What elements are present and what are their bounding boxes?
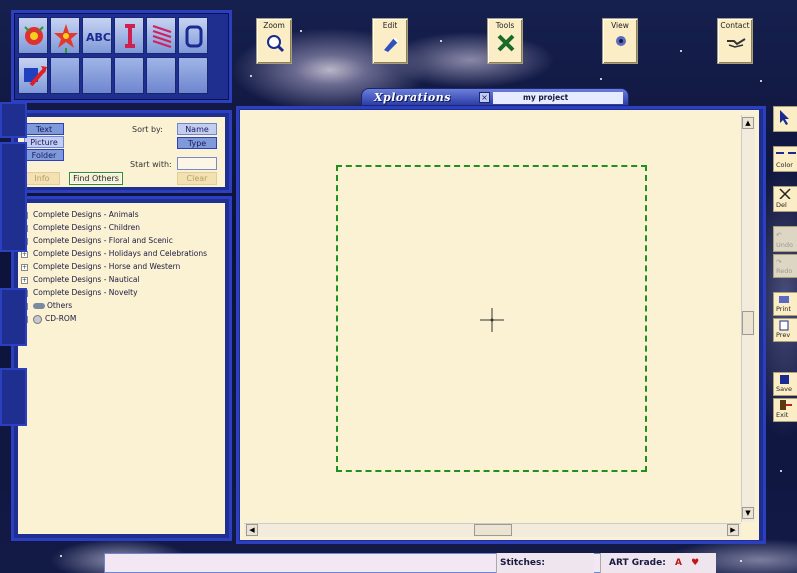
project-name: my project: [493, 92, 623, 104]
folder-option[interactable]: Folder: [24, 149, 64, 161]
start-with-input[interactable]: [177, 157, 217, 170]
view-button[interactable]: View: [602, 18, 638, 64]
info-button[interactable]: Info: [24, 172, 60, 185]
floppy-disk-icon: [780, 375, 789, 384]
undo-arrow-icon: ↶: [776, 231, 782, 239]
sort-name-option[interactable]: Name: [177, 123, 217, 135]
right-toolbar-group: [0, 142, 27, 252]
color-arrows-icon: [776, 152, 796, 154]
edit-button[interactable]: Edit: [372, 18, 408, 64]
search-panel: Text Picture Folder Sort by: Name Type S…: [11, 110, 232, 193]
preview-button[interactable]: Prev: [773, 318, 797, 342]
empty-tool-slot: [82, 57, 112, 94]
outline-tool-icon[interactable]: [178, 17, 208, 54]
vertical-scrollbar[interactable]: ▲ ▼: [741, 115, 755, 522]
picture-option[interactable]: Picture: [24, 136, 64, 148]
tree-item[interactable]: +Complete Designs - Floral and Scenic: [21, 235, 173, 247]
sort-type-option[interactable]: Type: [177, 137, 217, 149]
contact-button[interactable]: Contact: [717, 18, 753, 64]
start-with-label: Start with:: [130, 160, 172, 169]
crosshair-icon: [480, 308, 504, 332]
zoom-button[interactable]: Zoom: [256, 18, 292, 64]
vertical-scroll-thumb[interactable]: [742, 311, 754, 335]
stitches-label: Stitches:: [496, 553, 594, 573]
wrench-hammer-icon: [497, 34, 515, 52]
delete-button[interactable]: Del: [773, 186, 797, 212]
save-button[interactable]: Save: [773, 372, 797, 396]
scissors-icon: [779, 188, 791, 200]
select-arrow-button[interactable]: [773, 106, 797, 132]
tree-item-cdrom[interactable]: +CD-ROM: [21, 313, 76, 325]
art-grade-label: ART Grade:: [609, 558, 666, 568]
tree-item-others[interactable]: +Others: [21, 300, 72, 312]
undo-button[interactable]: ↶ Undo: [773, 226, 797, 252]
tree-item[interactable]: + Complete Designs - Nautical: [21, 274, 140, 286]
pointer-icon: [780, 110, 789, 125]
tree-item[interactable]: + Complete Designs - Horse and Western: [21, 261, 180, 273]
cdrom-icon: [33, 314, 42, 324]
sort-by-label: Sort by:: [132, 125, 163, 134]
tree-item[interactable]: +Complete Designs - Children: [21, 222, 140, 234]
tree-item[interactable]: +Complete Designs - Animals: [21, 209, 139, 221]
flower-applique-tool-icon[interactable]: [18, 17, 48, 54]
redo-arrow-icon: ↷: [776, 258, 782, 266]
art-grade: ART Grade: A ♥: [600, 553, 716, 573]
horizontal-scroll-thumb[interactable]: [474, 524, 512, 536]
empty-tool-slot: [50, 57, 80, 94]
redo-button[interactable]: ↷ Redo: [773, 254, 797, 278]
right-toolbar-group: [0, 368, 27, 426]
flower-design-tool-icon[interactable]: [50, 17, 80, 54]
printer-icon: [779, 296, 789, 303]
eraser-pencil-icon: [384, 37, 399, 52]
preview-icon: [779, 320, 789, 331]
eye-icon: [616, 36, 626, 46]
tree-item[interactable]: +Complete Designs - Novelty: [21, 287, 138, 299]
handshake-icon: [727, 38, 746, 48]
scroll-down-icon[interactable]: ▼: [742, 507, 754, 519]
text-option[interactable]: Text: [24, 123, 64, 135]
right-toolbar-group: [0, 102, 27, 138]
color-button[interactable]: Color: [773, 146, 797, 172]
scroll-right-icon[interactable]: ▶: [727, 524, 739, 536]
magnifier-icon: [267, 35, 285, 53]
right-toolbar-group: [0, 288, 27, 346]
horizontal-scrollbar[interactable]: ◀ ▶: [244, 523, 741, 537]
tree-item[interactable]: + Complete Designs - Holidays and Celebra…: [21, 248, 207, 260]
lettering-tool-icon[interactable]: ABC: [82, 17, 112, 54]
exit-door-icon: [780, 400, 792, 410]
heart-icon: ♥: [691, 558, 700, 568]
transform-tool-icon[interactable]: [18, 57, 48, 94]
scroll-left-icon[interactable]: ◀: [246, 524, 258, 536]
canvas-tab: Xplorations × my project: [361, 88, 629, 106]
monogram-tool-icon[interactable]: [114, 17, 144, 54]
exit-button[interactable]: Exit: [773, 398, 797, 422]
empty-tool-slot: [178, 57, 208, 94]
brand-logo: Xplorations: [374, 91, 451, 104]
stitch-fill-tool-icon[interactable]: [146, 17, 176, 54]
find-others-button[interactable]: Find Others: [69, 172, 123, 185]
art-grade-value: A: [674, 558, 682, 568]
tools-button[interactable]: Tools: [487, 18, 523, 64]
empty-tool-slot: [114, 57, 144, 94]
network-folder-icon: [33, 303, 45, 309]
tool-palette: ABC: [11, 10, 232, 103]
design-tree-panel: +Complete Designs - Animals +Complete De…: [11, 196, 232, 541]
svg-text:ABC: ABC: [86, 31, 111, 44]
clear-button[interactable]: Clear: [177, 172, 217, 185]
empty-tool-slot: [146, 57, 176, 94]
close-tab-icon[interactable]: ×: [479, 92, 490, 103]
scroll-up-icon[interactable]: ▲: [742, 117, 754, 129]
print-button[interactable]: Print: [773, 292, 797, 316]
